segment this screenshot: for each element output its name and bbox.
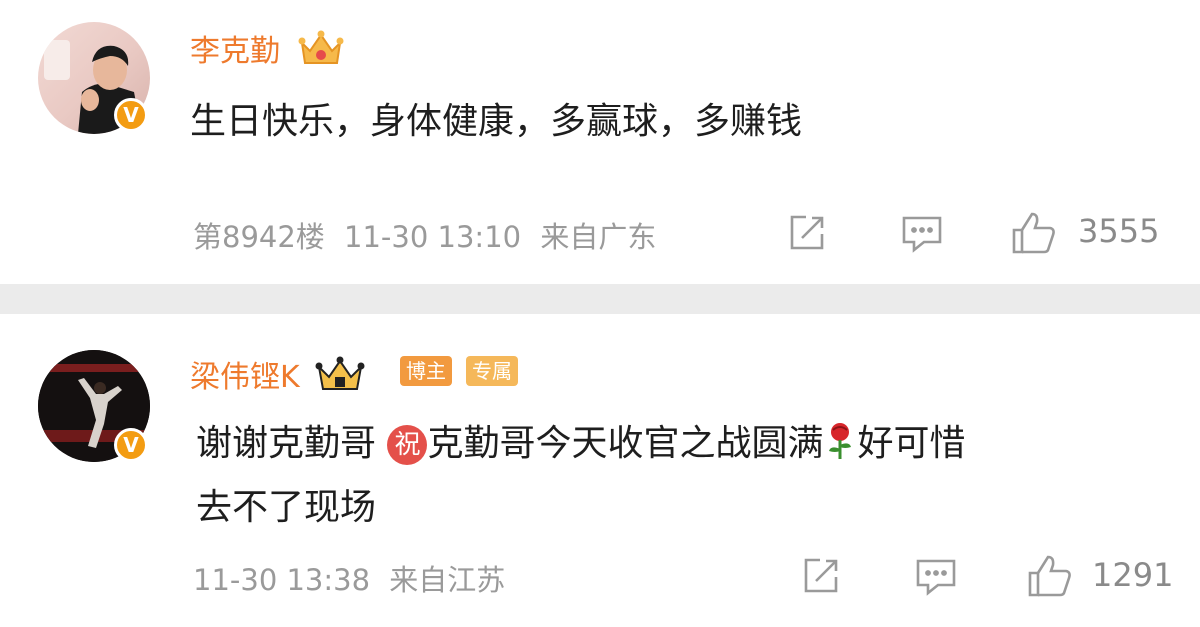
comment-time: 11-30 13:38 (193, 563, 371, 597)
like-icon[interactable] (1010, 210, 1058, 260)
comment-meta: 11-30 13:38 来自江苏 (193, 557, 505, 599)
crown-icon (298, 29, 344, 77)
text-segment: 好可惜 (857, 423, 966, 464)
verified-badge-icon: V (114, 428, 148, 462)
share-icon[interactable] (800, 555, 842, 601)
blogger-tag: 博主 (400, 356, 452, 386)
comment-separator (0, 284, 1200, 314)
username[interactable]: 李克勤 (190, 26, 344, 77)
exclusive-tag: 专属 (466, 356, 518, 386)
floor-number: 第8942楼 (193, 220, 325, 254)
comment-text-line-1: 谢谢克勤哥 祝克勤哥今天收官之战圆满 好可惜 (196, 414, 966, 470)
username[interactable]: 梁伟铿K (190, 352, 365, 403)
like-count: 1291 (1092, 556, 1174, 594)
comment-icon[interactable] (914, 555, 958, 603)
username-label: 梁伟铿K (190, 360, 300, 395)
comment-time: 11-30 13:10 (344, 220, 522, 254)
crown-icon (315, 355, 365, 403)
share-icon[interactable] (786, 212, 828, 258)
text-segment: 克勤哥今天收官之战圆满 (427, 423, 824, 464)
comment-item: V 李克勤 生日快乐，身体健康，多赢球，多赚钱 第8942楼 11-30 13:… (0, 0, 1200, 284)
like-icon[interactable] (1026, 553, 1074, 603)
like-count: 3555 (1078, 212, 1160, 250)
username-label: 李克勤 (190, 34, 280, 69)
comment-icon[interactable] (900, 212, 944, 260)
comment-text: 生日快乐，身体健康，多赢球，多赚钱 (190, 101, 803, 142)
rose-icon (823, 421, 857, 470)
text-segment: 谢谢克勤哥 (196, 423, 377, 464)
comment-meta: 第8942楼 11-30 13:10 来自广东 (193, 214, 656, 256)
comment-location: 来自江苏 (389, 563, 506, 597)
verified-badge-icon: V (114, 98, 148, 132)
comment-item (0, 314, 1200, 627)
comment-text-line-2: 去不了现场 (196, 487, 377, 528)
wish-icon: 祝 (387, 425, 428, 465)
comment-location: 来自广东 (540, 220, 657, 254)
